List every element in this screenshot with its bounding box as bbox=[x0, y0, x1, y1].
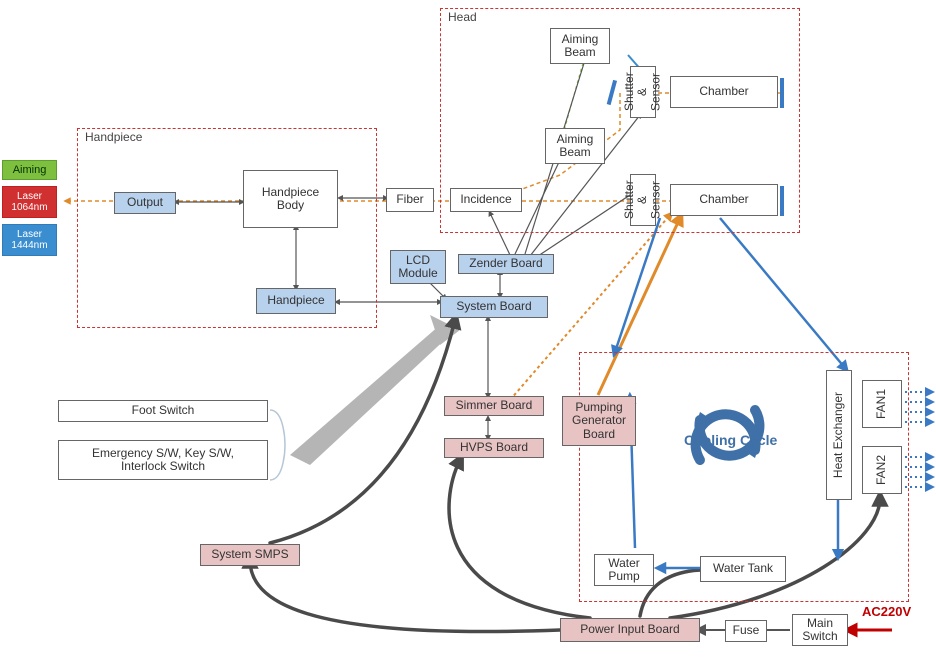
block-zender: Zender Board bbox=[458, 254, 554, 274]
block-shutter1: Shutter & Sensor bbox=[630, 66, 656, 118]
block-fan2: FAN2 bbox=[862, 446, 902, 494]
block-chamber1: Chamber bbox=[670, 76, 778, 108]
group-handpiece-label: Handpiece bbox=[85, 130, 142, 144]
block-shutter1-label: Shutter & Sensor bbox=[623, 69, 663, 115]
block-system-board: System Board bbox=[440, 296, 548, 318]
block-incidence: Incidence bbox=[450, 188, 522, 212]
diagram-canvas: Handpiece Head Aiming Laser 1064nm Laser… bbox=[0, 0, 936, 664]
block-hp2: Handpiece bbox=[256, 288, 336, 314]
block-hvps: HVPS Board bbox=[444, 438, 544, 458]
block-lcd: LCD Module bbox=[390, 250, 446, 284]
block-water-tank: Water Tank bbox=[700, 556, 786, 582]
block-fan1: FAN1 bbox=[862, 380, 902, 428]
block-mainswitch: Main Switch bbox=[792, 614, 848, 646]
block-output: Output bbox=[114, 192, 176, 214]
block-emergency-switch: Emergency S/W, Key S/W, Interlock Switch bbox=[58, 440, 268, 480]
block-fan1-label: FAN1 bbox=[875, 389, 888, 419]
block-water-pump: Water Pump bbox=[594, 554, 654, 586]
block-fuse: Fuse bbox=[725, 620, 767, 642]
block-pumpgen: Pumping Generator Board bbox=[562, 396, 636, 446]
block-fan2-label: FAN2 bbox=[875, 455, 888, 485]
ac220v-label: AC220V bbox=[862, 604, 911, 619]
block-simmer: Simmer Board bbox=[444, 396, 544, 416]
block-foot-switch: Foot Switch bbox=[58, 400, 268, 422]
block-fiber: Fiber bbox=[386, 188, 434, 212]
legend-1064: Laser 1064nm bbox=[2, 186, 57, 218]
block-heat-exchanger: Heat Exchanger bbox=[826, 370, 852, 500]
legend-aiming: Aiming bbox=[2, 160, 57, 180]
block-aim2: Aiming Beam bbox=[545, 128, 605, 164]
block-system-smps: System SMPS bbox=[200, 544, 300, 566]
block-pib: Power Input Board bbox=[560, 618, 700, 642]
block-shutter2: Shutter & Sensor bbox=[630, 174, 656, 226]
legend-1444: Laser 1444nm bbox=[2, 224, 57, 256]
block-aim1: Aiming Beam bbox=[550, 28, 610, 64]
block-chamber2: Chamber bbox=[670, 184, 778, 216]
block-shutter2-label: Shutter & Sensor bbox=[623, 177, 663, 223]
group-head-label: Head bbox=[448, 10, 477, 24]
block-heat-exchanger-label: Heat Exchanger bbox=[832, 392, 845, 478]
block-hp-body: Handpiece Body bbox=[243, 170, 338, 228]
cooling-cycle-label: Cooling Cycle bbox=[684, 432, 777, 448]
